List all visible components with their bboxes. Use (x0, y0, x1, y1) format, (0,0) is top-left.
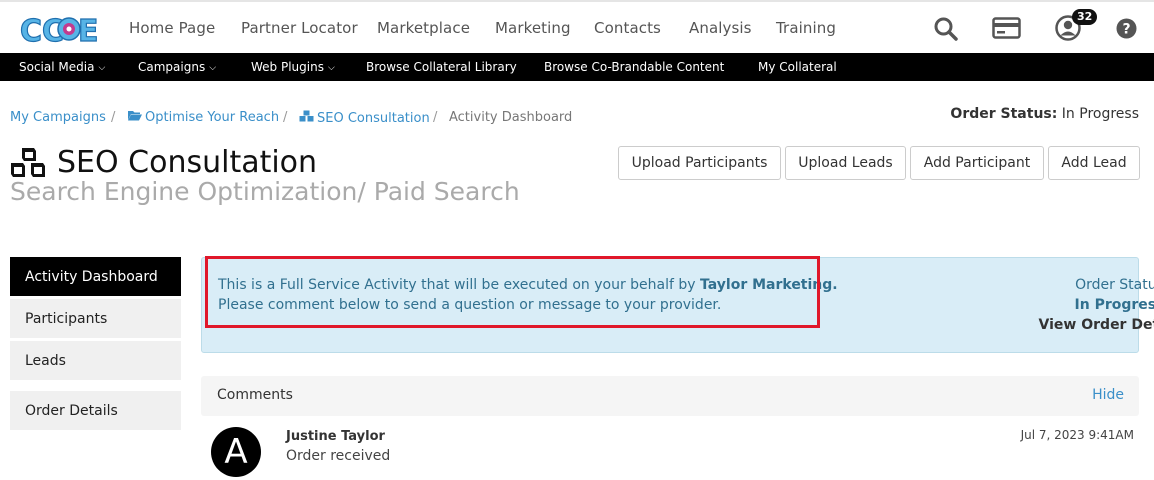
nav-contacts[interactable]: Contacts (594, 19, 661, 37)
order-status-header: Order Status: In Progress (950, 106, 1139, 122)
subnav-my-collateral[interactable]: My Collateral (758, 60, 837, 74)
subnav-browse-co-brandable-content[interactable]: Browse Co-Brandable Content (544, 60, 724, 74)
nav-analysis[interactable]: Analysis (689, 19, 752, 37)
breadcrumb-my-campaigns[interactable]: My Campaigns (10, 110, 106, 125)
nav-home-page[interactable]: Home Page (129, 19, 215, 37)
folder-open-icon (128, 110, 142, 125)
subnav-label: Web Plugins (251, 60, 324, 74)
comments-header: Comments Hide (201, 376, 1139, 416)
info-line-2: Please comment below to send a question … (218, 297, 722, 313)
comment-author: Justine Taylor (286, 429, 385, 444)
order-status-summary: Order Status In Progress View Order Deta… (1022, 275, 1154, 335)
info-line-1: This is a Full Service Activity that wil… (218, 277, 701, 293)
breadcrumb-separator: / (433, 110, 438, 125)
breadcrumb-label: Optimise Your Reach (145, 110, 280, 125)
brand-logo[interactable]: CC E (18, 10, 99, 49)
comment-timestamp: Jul 7, 2023 9:41AM (1020, 428, 1134, 442)
page-title: SEO Consultation (57, 145, 318, 180)
top-navbar: CC E Home Page Partner Locator Marketpla… (0, 0, 1154, 53)
search-icon[interactable] (933, 16, 959, 46)
comments-title: Comments (217, 387, 293, 403)
breadcrumb-label: SEO Consultation (317, 111, 430, 126)
upload-participants-button[interactable]: Upload Participants (618, 146, 781, 180)
comment-text: Order received (286, 448, 391, 464)
add-participant-button[interactable]: Add Participant (910, 146, 1044, 180)
upload-leads-button[interactable]: Upload Leads (785, 146, 906, 180)
svg-text:E: E (78, 14, 98, 48)
order-status-value: In Progress (1061, 106, 1139, 122)
breadcrumb-optimise-your-reach[interactable]: Optimise Your Reach (128, 110, 279, 125)
nav-marketing[interactable]: Marketing (495, 19, 571, 37)
svg-text:?: ? (1122, 22, 1130, 38)
subnav-web-plugins[interactable]: Web Plugins ⌵ (251, 60, 335, 74)
help-icon[interactable]: ? (1116, 18, 1137, 43)
subnav-label: Campaigns (138, 60, 206, 74)
sidebar-item-activity-dashboard[interactable]: Activity Dashboard (10, 257, 181, 296)
sidebar-item-leads[interactable]: Leads (10, 341, 181, 380)
credit-card-icon[interactable] (992, 17, 1021, 43)
nav-partner-locator[interactable]: Partner Locator (241, 19, 358, 37)
hide-comments-link[interactable]: Hide (1092, 387, 1124, 403)
order-status-value: In Progress (1074, 297, 1154, 313)
order-status-label: Order Status: (950, 106, 1058, 122)
cubes-icon (299, 110, 314, 126)
breadcrumb-separator: / (283, 110, 288, 125)
subnav-label: Social Media (19, 60, 95, 74)
subnav-campaigns[interactable]: Campaigns ⌵ (138, 60, 216, 74)
breadcrumb-separator: / (111, 110, 116, 125)
order-status-title: Order Status (1075, 277, 1154, 293)
sidebar-item-order-details[interactable]: Order Details (10, 391, 181, 430)
page-subtitle: Search Engine Optimization/ Paid Search (10, 177, 520, 206)
subnav-social-media[interactable]: Social Media ⌵ (19, 60, 105, 74)
chevron-down-icon: ⌵ (327, 63, 335, 73)
nav-training[interactable]: Training (776, 19, 836, 37)
breadcrumb-current: Activity Dashboard (449, 110, 573, 125)
avatar: A (211, 427, 261, 477)
nav-marketplace[interactable]: Marketplace (377, 19, 470, 37)
full-service-info-panel: This is a Full Service Activity that wil… (201, 257, 1154, 353)
secondary-navbar: Social Media ⌵ Campaigns ⌵ Web Plugins ⌵ Br… (0, 53, 1154, 81)
notification-badge: 32 (1072, 9, 1098, 25)
view-order-details-link[interactable]: View Order Details » (1022, 315, 1154, 335)
chevron-down-icon: ⌵ (209, 63, 217, 73)
breadcrumb-seo-consultation[interactable]: SEO Consultation (299, 110, 430, 126)
provider-name: Taylor Marketing. (700, 277, 838, 293)
info-message: This is a Full Service Activity that wil… (218, 275, 838, 315)
chevron-down-icon: ⌵ (98, 63, 106, 73)
subnav-browse-collateral-library[interactable]: Browse Collateral Library (366, 60, 517, 74)
add-lead-button[interactable]: Add Lead (1048, 146, 1140, 180)
sidebar-item-participants[interactable]: Participants (10, 299, 181, 338)
